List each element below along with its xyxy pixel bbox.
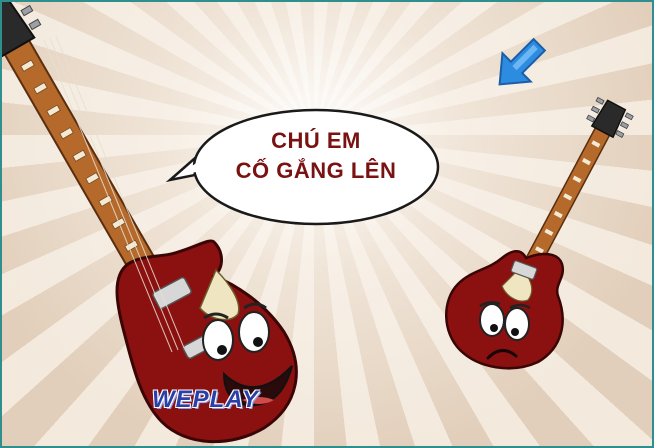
game-stage: CHÚ EM CỐ GẮNG LÊN WEPLAY [0, 0, 654, 448]
small-guitar-character[interactable] [445, 96, 634, 370]
speech-bubble-text: CHÚ EM CỐ GẮNG LÊN [216, 126, 416, 186]
weplay-logo: WEPLAY [152, 386, 259, 413]
arrow-down-right-icon[interactable] [485, 31, 553, 99]
speech-line-1: CHÚ EM [271, 128, 361, 153]
scene-graphics [2, 2, 634, 444]
speech-line-2: CỐ GẮNG LÊN [235, 158, 397, 183]
big-guitar-character[interactable] [2, 2, 298, 444]
